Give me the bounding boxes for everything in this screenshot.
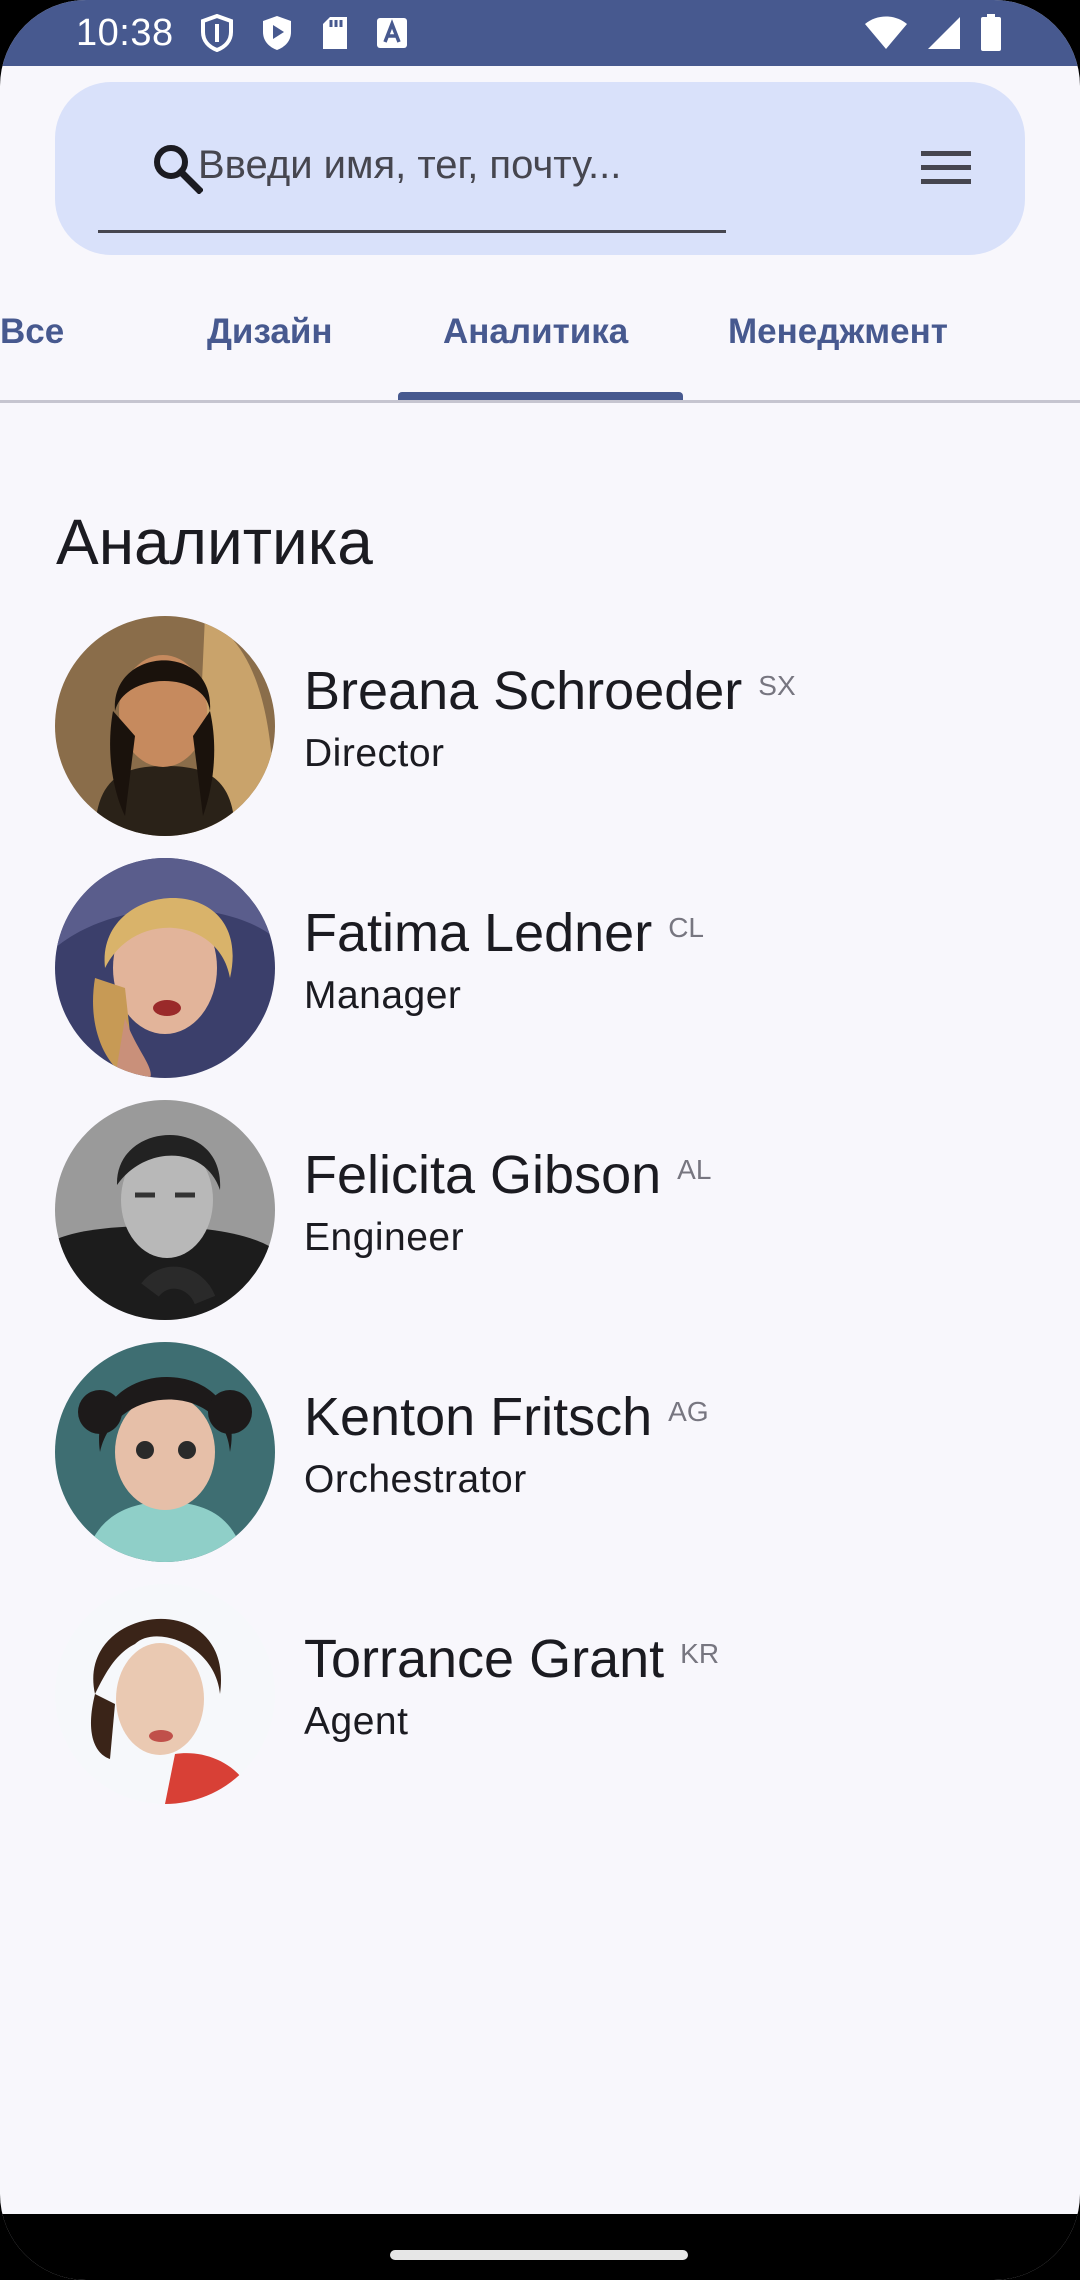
- contact-name: Kenton Fritsch AG: [304, 1386, 709, 1448]
- shield-icon: [200, 14, 234, 52]
- contact-role: Orchestrator: [304, 1458, 527, 1501]
- contact-name: Breana Schroeder SX: [304, 660, 796, 722]
- status-notification-icons: [200, 14, 408, 52]
- home-gesture-handle[interactable]: [390, 2250, 688, 2260]
- contact-item[interactable]: Felicita Gibson AL Engineer: [0, 1100, 1080, 1342]
- cellular-signal-icon: [926, 15, 962, 51]
- wifi-icon: [864, 15, 908, 51]
- contact-tag: KR: [680, 1638, 720, 1669]
- contact-tag: SX: [758, 670, 796, 701]
- contact-name: Felicita Gibson AL: [304, 1144, 711, 1206]
- play-protect-icon: [260, 14, 294, 52]
- avatar: [55, 616, 275, 836]
- contact-name-text: Felicita Gibson: [304, 1145, 662, 1205]
- contact-name: Fatima Ledner CL: [304, 902, 704, 964]
- contact-tag: CL: [668, 912, 704, 943]
- contact-tag: AL: [677, 1154, 712, 1185]
- avatar: [55, 1100, 275, 1320]
- category-tabs: Все Дизайн Аналитика Менеджмент: [0, 290, 1080, 403]
- tab-management[interactable]: Менеджмент: [728, 312, 948, 352]
- status-system-icons: [864, 14, 1002, 52]
- tab-selected-indicator: [398, 392, 683, 400]
- contact-item[interactable]: Fatima Ledner CL Manager: [0, 858, 1080, 1100]
- tab-all[interactable]: Все: [0, 312, 64, 352]
- menu-icon[interactable]: [919, 148, 973, 193]
- contact-name-text: Torrance Grant: [304, 1629, 665, 1689]
- contact-item[interactable]: Kenton Fritsch AG Orchestrator: [0, 1342, 1080, 1584]
- avatar: [55, 1342, 275, 1562]
- search-bar: [55, 82, 1025, 255]
- contact-tag: AG: [668, 1396, 709, 1427]
- tab-analytics[interactable]: Аналитика: [443, 312, 628, 352]
- sd-card-icon: [320, 15, 350, 51]
- contact-role: Engineer: [304, 1216, 465, 1259]
- contact-name-text: Kenton Fritsch: [304, 1387, 653, 1447]
- keyboard-a-icon: [376, 17, 408, 49]
- section-title: Аналитика: [56, 506, 373, 578]
- contact-role: Agent: [304, 1700, 409, 1743]
- tab-design[interactable]: Дизайн: [207, 312, 333, 352]
- contact-item[interactable]: Torrance Grant KR Agent: [0, 1584, 1080, 1826]
- app-screen: 10:38 Введи имя, тег, почту... Все Дизай…: [0, 0, 1080, 2280]
- contact-list: Breana Schroeder SX Director Fatima Ledne…: [0, 616, 1080, 1826]
- status-time: 10:38: [76, 12, 174, 54]
- navigation-bar: [0, 2214, 1080, 2280]
- contact-name: Torrance Grant KR: [304, 1628, 719, 1690]
- contact-role: Director: [304, 732, 445, 775]
- avatar: [55, 858, 275, 1078]
- contact-item[interactable]: Breana Schroeder SX Director: [0, 616, 1080, 858]
- avatar: [55, 1584, 275, 1804]
- search-input[interactable]: [98, 100, 726, 233]
- contact-role: Manager: [304, 974, 462, 1017]
- contact-name-text: Fatima Ledner: [304, 903, 653, 963]
- status-bar: 10:38: [0, 0, 1080, 66]
- battery-icon: [980, 14, 1002, 52]
- contact-name-text: Breana Schroeder: [304, 661, 743, 721]
